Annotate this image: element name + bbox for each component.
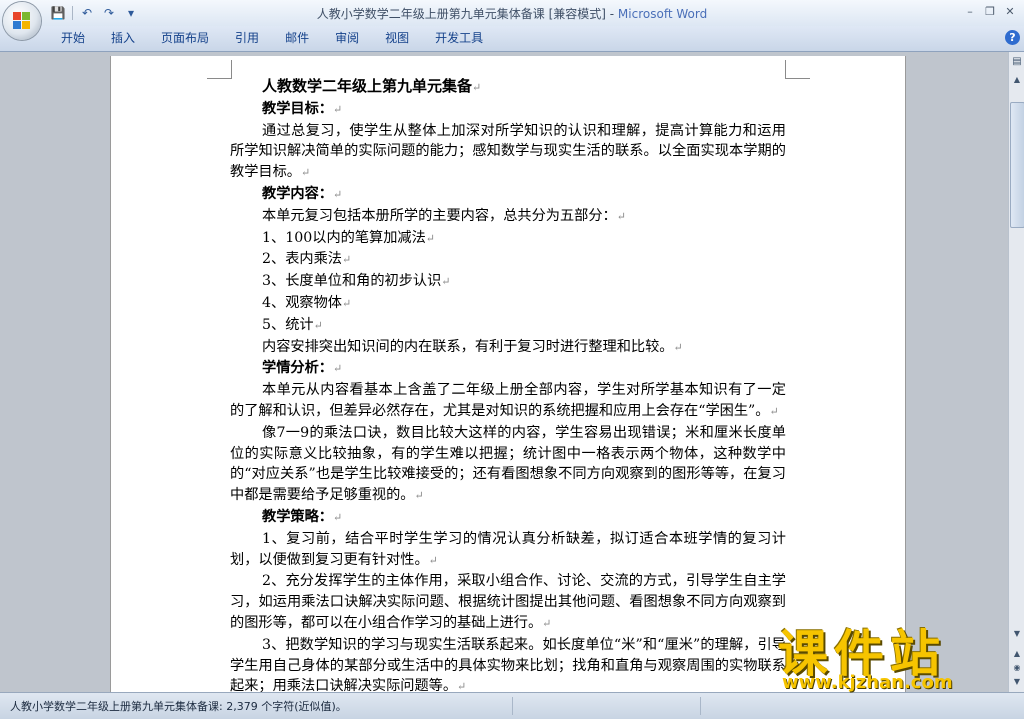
- title-bar: 💾 ↶ ↷ ▾ 人教小学数学二年级上册第九单元集体备课 [兼容模式] - Mic…: [0, 0, 1024, 26]
- body-paragraph[interactable]: 2、充分发挥学生的主体作用，采取小组合作、讨论、交流的方式，引导学生自主学习，如…: [230, 571, 786, 634]
- tab-references[interactable]: 引用: [222, 26, 272, 51]
- document-workspace: 人教数学二年级上第九单元集备↵ 教学目标：↵ 通过总复习，使学生从整体上加深对所学知…: [0, 52, 1008, 692]
- office-button[interactable]: [3, 2, 41, 40]
- document-title: 人教小学数学二年级上册第九单元集体备课 [兼容模式] -: [316, 7, 618, 21]
- tab-review[interactable]: 审阅: [322, 26, 372, 51]
- tab-developer[interactable]: 开发工具: [422, 26, 496, 51]
- paragraph-text: 教学内容：: [262, 185, 333, 202]
- paragraph-mark-icon: ↵: [457, 680, 467, 692]
- tab-page-layout[interactable]: 页面布局: [148, 26, 222, 51]
- paragraph-mark-icon: ↵: [616, 209, 626, 223]
- section-heading[interactable]: 教学策略：↵: [230, 507, 786, 529]
- next-page-icon[interactable]: ▼: [1011, 676, 1023, 688]
- previous-page-icon[interactable]: ▲: [1011, 648, 1023, 660]
- paragraph-text: 1、复习前，结合平时学生学习的情况认真分析缺差，拟订适合本班学情的复习计划，以便…: [230, 530, 786, 568]
- close-icon[interactable]: ✕: [1002, 3, 1018, 19]
- body-paragraph[interactable]: 内容安排突出知识间的内在联系，有利于复习时进行整理和比较。↵: [230, 337, 786, 359]
- scroll-thumb[interactable]: [1010, 102, 1024, 228]
- paragraph-text: 教学策略：: [262, 508, 333, 525]
- paragraph-mark-icon: ↵: [428, 553, 438, 567]
- section-heading[interactable]: 教学目标：↵: [230, 99, 786, 121]
- paragraph-text: 2、表内乘法: [262, 251, 342, 268]
- tab-view[interactable]: 视图: [372, 26, 422, 51]
- paragraph-text: 通过总复习，使学生从整体上加深对所学知识的认识和理解，提高计算能力和运用所学知识…: [230, 122, 786, 181]
- paragraph-text: 4、观察物体: [262, 294, 342, 311]
- paragraph-mark-icon: ↵: [542, 616, 552, 630]
- office-logo-icon: [13, 12, 31, 30]
- paragraph-mark-icon: ↵: [769, 404, 779, 418]
- paragraph-text: 2、充分发挥学生的主体作用，采取小组合作、讨论、交流的方式，引导学生自主学习，如…: [230, 573, 786, 631]
- paragraph-text: 学情分析：: [262, 360, 333, 377]
- paragraph-mark-icon: ↵: [332, 510, 343, 524]
- window-title: 人教小学数学二年级上册第九单元集体备课 [兼容模式] - Microsoft W…: [0, 5, 1024, 22]
- paragraph-mark-icon: ↵: [425, 231, 436, 245]
- paragraph-text: 内容安排突出知识间的内在联系，有利于复习时进行整理和比较。: [262, 338, 674, 355]
- paragraph-text: 1、100以内的笔算加减法: [262, 229, 426, 246]
- section-heading[interactable]: 学情分析：↵: [230, 358, 786, 380]
- body-paragraph[interactable]: 3、把数学知识的学习与现实生活联系起来。如长度单位“米”和“厘米”的理解，引导学…: [230, 635, 786, 692]
- paragraph-mark-icon: ↵: [341, 253, 352, 267]
- paragraph-mark-icon: ↵: [313, 318, 323, 332]
- paragraph-text: 本单元复习包括本册所学的主要内容，总共分为五部分：: [262, 207, 617, 224]
- body-paragraph[interactable]: 本单元复习包括本册所学的主要内容，总共分为五部分：↵: [230, 206, 786, 228]
- body-paragraph[interactable]: 5、统计↵: [230, 315, 786, 337]
- tab-insert[interactable]: 插入: [98, 26, 148, 51]
- body-paragraph[interactable]: 4、观察物体↵: [230, 293, 786, 315]
- window-controls: – ❐ ✕: [962, 3, 1018, 19]
- tab-mailings[interactable]: 邮件: [272, 26, 322, 51]
- paragraph-mark-icon: ↵: [332, 187, 343, 201]
- paragraph-text: 本单元从内容看基本上含盖了二年级上册全部内容，学生对所学基本知识有了一定的了解和…: [230, 382, 786, 419]
- minimize-icon[interactable]: –: [962, 3, 978, 19]
- paragraph-text: 5、统计: [262, 316, 314, 333]
- paragraph-mark-icon: ↵: [341, 296, 352, 310]
- document-page[interactable]: 人教数学二年级上第九单元集备↵ 教学目标：↵ 通过总复习，使学生从整体上加深对所学知…: [110, 56, 906, 692]
- body-paragraph[interactable]: 通过总复习，使学生从整体上加深对所学知识的认识和理解，提高计算能力和运用所学知识…: [230, 121, 786, 184]
- scroll-down-icon[interactable]: ▼: [1011, 628, 1023, 640]
- section-heading[interactable]: 人教数学二年级上第九单元集备↵: [230, 76, 786, 99]
- paragraph-mark-icon: ↵: [472, 81, 482, 94]
- document-body[interactable]: 人教数学二年级上第九单元集备↵ 教学目标：↵ 通过总复习，使学生从整体上加深对所学知…: [230, 76, 786, 692]
- paragraph-mark-icon: ↵: [300, 166, 311, 180]
- app-name: Microsoft Word: [617, 7, 708, 21]
- scroll-up-icon[interactable]: ▲: [1011, 74, 1023, 86]
- paragraph-mark-icon: ↵: [332, 102, 343, 116]
- body-paragraph[interactable]: 3、长度单位和角的初步认识↵: [230, 271, 786, 293]
- paragraph-text: 教学目标：: [262, 100, 333, 117]
- status-divider: [512, 697, 513, 715]
- body-paragraph[interactable]: 本单元从内容看基本上含盖了二年级上册全部内容，学生对所学基本知识有了一定的了解和…: [230, 380, 786, 423]
- paragraph-text: 3、把数学知识的学习与现实生活联系起来。如长度单位“米”和“厘米”的理解，引导学…: [230, 636, 786, 692]
- body-paragraph[interactable]: 像7一9的乘法口诀，数目比较大这样的内容，学生容易出现错误；米和厘米长度单位的实…: [230, 423, 786, 507]
- select-browse-object-icon[interactable]: ◉: [1011, 662, 1023, 674]
- paragraph-text: 像7一9的乘法口诀，数目比较大这样的内容，学生容易出现错误；米和厘米长度单位的实…: [230, 424, 786, 504]
- paragraph-text: 3、长度单位和角的初步认识: [262, 273, 442, 290]
- body-paragraph[interactable]: 1、100以内的笔算加减法↵: [230, 228, 786, 250]
- body-paragraph[interactable]: 1、复习前，结合平时学生学习的情况认真分析缺差，拟订适合本班学情的复习计划，以便…: [230, 529, 786, 572]
- margin-corner-left: [207, 60, 232, 79]
- section-heading[interactable]: 教学内容：↵: [230, 184, 786, 206]
- restore-icon[interactable]: ❐: [982, 3, 998, 19]
- status-divider: [700, 697, 701, 715]
- paragraph-mark-icon: ↵: [673, 340, 683, 354]
- status-word-count[interactable]: 人教小学数学二年级上册第九单元集体备课: 2,379 个字符(近似值)。: [10, 698, 347, 714]
- ruler-toggle-icon[interactable]: ▤: [1011, 56, 1023, 68]
- paragraph-text: 人教数学二年级上第九单元集备: [262, 77, 473, 95]
- paragraph-mark-icon: ↵: [441, 275, 451, 289]
- ribbon-tab-bar: 开始 插入 页面布局 引用 邮件 审阅 视图 开发工具 ?: [0, 26, 1024, 52]
- paragraph-mark-icon: ↵: [332, 362, 343, 376]
- ribbon-tabs: 开始 插入 页面布局 引用 邮件 审阅 视图 开发工具: [48, 26, 496, 51]
- status-bar: 人教小学数学二年级上册第九单元集体备课: 2,379 个字符(近似值)。: [0, 692, 1024, 719]
- help-icon[interactable]: ?: [1005, 30, 1020, 45]
- tab-home[interactable]: 开始: [48, 26, 98, 51]
- watermark-url: www.kjzhan.com: [782, 672, 953, 693]
- paragraph-mark-icon: ↵: [414, 489, 424, 503]
- vertical-scrollbar[interactable]: ▤ ▲ ▼ ▲ ◉ ▼: [1008, 52, 1024, 692]
- body-paragraph[interactable]: 2、表内乘法↵: [230, 249, 786, 271]
- margin-corner-right: [785, 60, 810, 79]
